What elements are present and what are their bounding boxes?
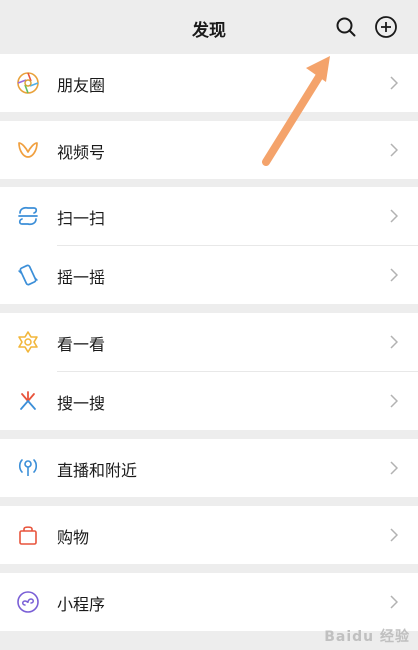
menu-label-moments: 朋友圈: [57, 76, 106, 95]
menu-label-channels: 视频号: [57, 143, 106, 162]
menu-item-mini-programs[interactable]: 小程序: [0, 573, 418, 631]
group-scan-shake: 扫一扫 摇一摇: [0, 187, 418, 304]
top-stories-star-icon: [18, 331, 38, 353]
menu-label-scan: 扫一扫: [57, 209, 106, 228]
group-live-nearby: 直播和附近: [0, 439, 418, 497]
mini-programs-icon: [17, 591, 39, 613]
menu-item-live-nearby[interactable]: 直播和附近: [0, 439, 418, 497]
chevron-right-icon: [390, 461, 398, 475]
chevron-right-icon: [390, 76, 398, 90]
shopping-bag-icon: [19, 526, 37, 545]
chevron-right-icon: [390, 595, 398, 609]
top-bar: 发现: [0, 0, 418, 54]
menu-label-search: 搜一搜: [57, 394, 106, 413]
menu-item-search[interactable]: 搜一搜: [0, 372, 418, 430]
group-mini-programs: 小程序: [0, 573, 418, 631]
menu-item-shake[interactable]: 摇一摇: [0, 246, 418, 304]
live-nearby-icon: [18, 459, 38, 476]
chevron-right-icon: [390, 209, 398, 223]
menu-label-shopping: 购物: [57, 528, 90, 547]
group-channels: 视频号: [0, 121, 418, 179]
menu-item-scan[interactable]: 扫一扫: [0, 187, 418, 245]
search-spark-icon: [20, 391, 36, 410]
moments-aperture-icon: [17, 72, 39, 94]
scan-icon: [18, 206, 38, 226]
channels-butterfly-icon: [18, 142, 38, 158]
menu-item-moments[interactable]: 朋友圈: [0, 54, 418, 112]
watermark: Baidu 经验: [324, 629, 410, 645]
menu-label-live-nearby: 直播和附近: [57, 461, 138, 480]
menu-label-mini-programs: 小程序: [57, 595, 106, 614]
chevron-right-icon: [390, 394, 398, 408]
plus-circle-icon: [375, 16, 397, 38]
group-shopping: 购物: [0, 506, 418, 564]
menu-label-shake: 摇一摇: [57, 268, 106, 287]
menu-item-top-stories[interactable]: 看一看: [0, 313, 418, 371]
chevron-right-icon: [390, 268, 398, 282]
chevron-right-icon: [390, 335, 398, 349]
chevron-right-icon: [390, 528, 398, 542]
group-moments: 朋友圈: [0, 54, 418, 112]
group-stories-search: 看一看 搜一搜: [0, 313, 418, 430]
add-button[interactable]: [373, 14, 399, 40]
search-icon: [336, 17, 356, 37]
chevron-right-icon: [390, 143, 398, 157]
menu-label-top-stories: 看一看: [57, 335, 106, 354]
shake-phone-icon: [18, 264, 38, 286]
menu-item-shopping[interactable]: 购物: [0, 506, 418, 564]
search-button[interactable]: [333, 14, 359, 40]
menu-item-channels[interactable]: 视频号: [0, 121, 418, 179]
